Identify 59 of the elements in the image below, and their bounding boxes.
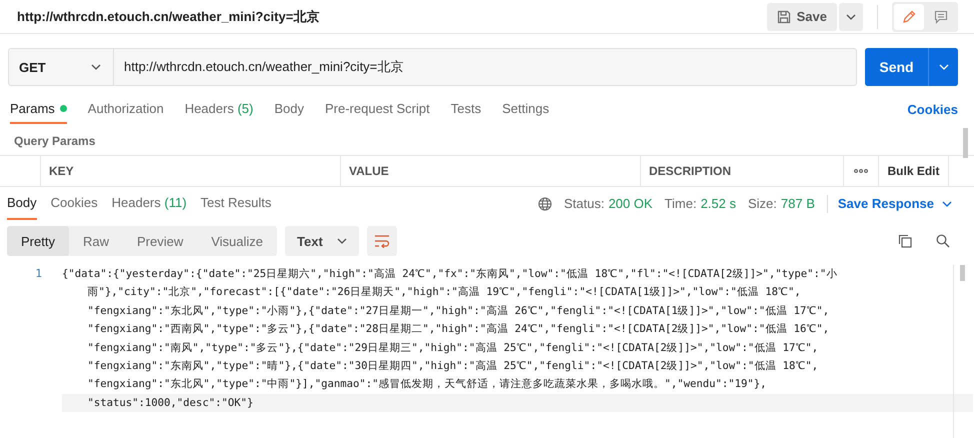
- code-line: 雨"},"city":"北京","forecast":[{"date":"26日星期天","high":"高温 19℃","fengli":"<![CDATA[1级]]>","low":"低温 18℃",: [86, 285, 802, 300]
- code-line: "fengxiang":"东北风","type":"中雨"}],"ganmao":"感冒低发期，天气舒适，请注意多吃蔬菜水果，多喝水哦。","wendu":"19"},: [86, 377, 768, 392]
- column-header: DESCRIPTION: [641, 156, 844, 186]
- request-tab[interactable]: Body: [274, 94, 304, 124]
- request-tab[interactable]: Settings: [502, 94, 550, 124]
- search-icon: [936, 234, 950, 248]
- caret-icon: [91, 64, 101, 70]
- format-tab[interactable]: Preview: [122, 226, 198, 256]
- scrollbar-thumb[interactable]: [960, 265, 965, 281]
- response-tab[interactable]: Headers (11): [112, 187, 187, 220]
- code-line: "fengxiang":"西南风","type":"多云"},{"date":"28日星期二","high":"高温 24℃","fengli":"<![CDATA[2级]]>","low":"低温 16℃",: [86, 322, 830, 338]
- line-number: 1: [35, 267, 42, 280]
- code-line: {"data":{"yesterday":{"date":"25日星期六","high":"高温 24℃","fx":"东南风","low":"低温 18℃","fl":"<![CDATA[2级]]>","type":"小: [62, 267, 838, 282]
- column-header: KEY: [41, 156, 341, 186]
- response-tab[interactable]: Test Results: [200, 187, 272, 220]
- code-line: "fengxiang":"南风","type":"多云"},{"date":"29日星期三","high":"高温 25℃","fengli":"<![CDATA[2级]]>","low":"低温 17℃",: [86, 340, 820, 356]
- scrollbar-thumb[interactable]: [963, 128, 968, 158]
- time-label: Time:: [664, 196, 697, 211]
- bulk-edit-button[interactable]: Bulk Edit: [879, 156, 949, 186]
- save-button[interactable]: Save: [766, 2, 837, 30]
- globe-icon: [538, 196, 552, 210]
- column-header: VALUE: [341, 156, 641, 186]
- size-value: 787 B: [780, 196, 815, 211]
- status-label: Status:: [564, 196, 604, 211]
- caret-icon: [938, 64, 948, 70]
- url-field[interactable]: http://wthrcdn.etouch.cn/weather_mini?city=北京: [114, 48, 857, 86]
- format-tab[interactable]: Raw: [68, 226, 123, 256]
- section-title: Query Params: [13, 133, 96, 150]
- caret-icon: [846, 14, 856, 20]
- response-tab[interactable]: Cookies: [50, 187, 98, 220]
- cookies-link[interactable]: Cookies: [907, 94, 964, 124]
- format-dropdown[interactable]: Text: [285, 226, 359, 256]
- save-response-button[interactable]: Save Response: [838, 196, 960, 211]
- request-tab[interactable]: Authorization: [88, 94, 164, 124]
- request-tab[interactable]: Headers (5): [184, 94, 254, 124]
- size-label: Size:: [748, 196, 777, 211]
- copy-icon: [898, 234, 912, 248]
- edit-mode-button[interactable]: [894, 4, 924, 30]
- request-tab[interactable]: Pre-request Script: [324, 94, 430, 124]
- wrap-icon: [374, 234, 390, 248]
- format-tab[interactable]: Visualize: [197, 226, 278, 256]
- caret-icon: [336, 238, 347, 244]
- pencil-icon: [902, 10, 916, 24]
- method-dropdown[interactable]: GET: [8, 48, 114, 86]
- request-tab[interactable]: Tests: [450, 94, 482, 124]
- response-tab[interactable]: Body: [7, 187, 37, 220]
- comment-icon: [934, 10, 948, 24]
- wrap-lines-button[interactable]: [366, 226, 397, 256]
- request-tab[interactable]: Params: [10, 94, 67, 124]
- code-line: "fengxiang":"东南风","type":"晴"},{"date":"30日星期四","high":"高温 25℃","fengli":"<![CDATA[2级]]>","low":"低温 18℃",: [86, 359, 820, 374]
- send-options-button[interactable]: [928, 48, 958, 86]
- format-tab[interactable]: Pretty: [7, 226, 69, 256]
- code-line: "fengxiang":"东北风","type":"小雨"},{"date":"27日星期一","high":"高温 26℃","fengli":"<![CDATA[1级]]>","low":"低温 17℃",: [86, 304, 830, 319]
- status-value: 200 OK: [608, 196, 653, 211]
- save-options-button[interactable]: [839, 2, 863, 30]
- time-value: 2.52 s: [700, 196, 736, 211]
- more-icon: [854, 169, 868, 173]
- request-title: http://wthrcdn.etouch.cn/weather_mini?city=北京: [17, 8, 320, 26]
- caret-icon: [942, 200, 952, 206]
